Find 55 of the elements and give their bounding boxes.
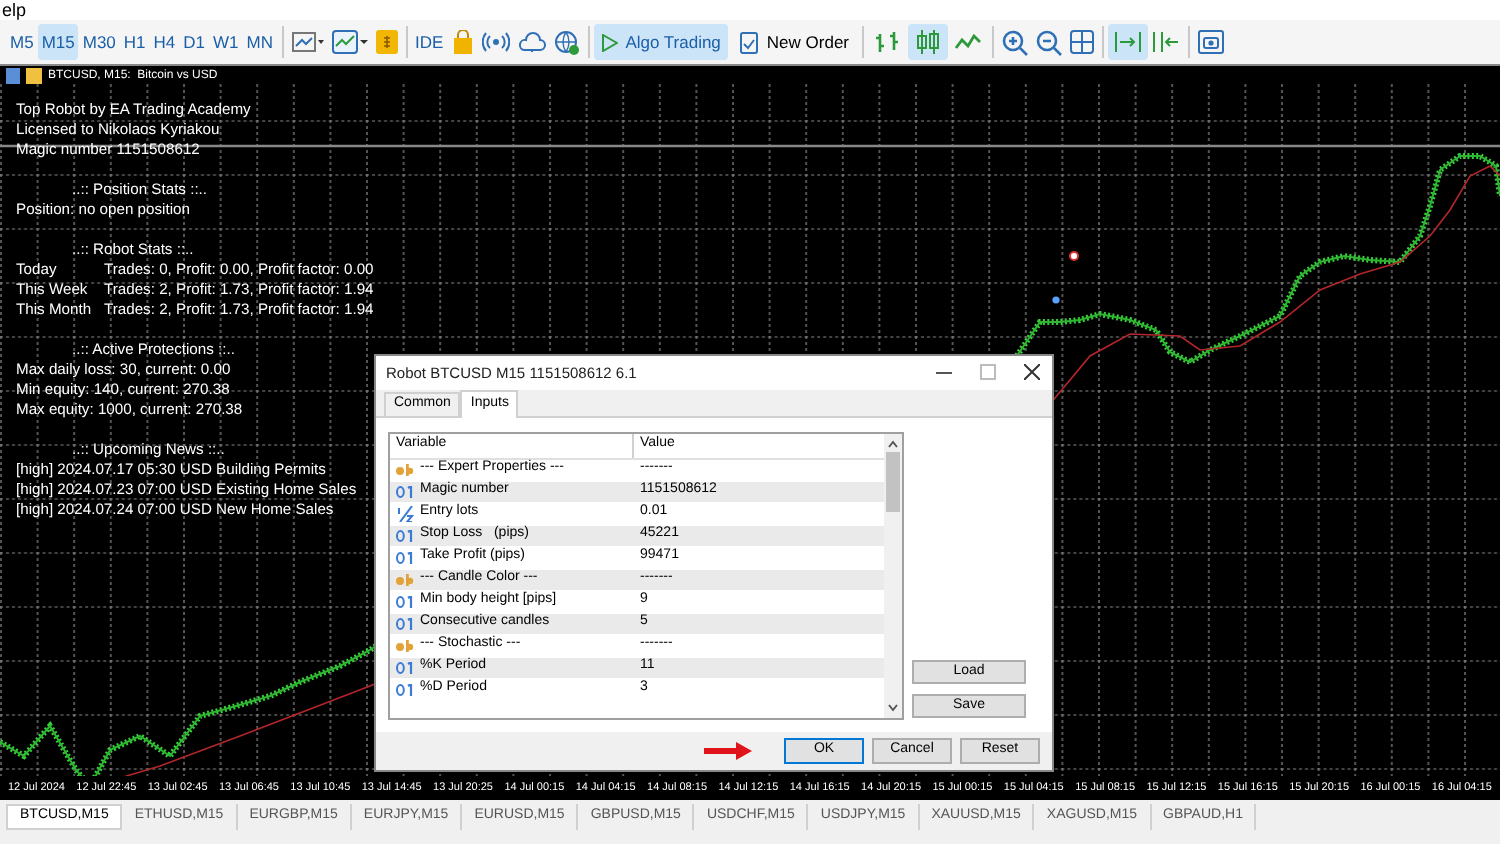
zoom-in-icon bbox=[1001, 29, 1028, 55]
template-dropdown[interactable] bbox=[327, 24, 372, 60]
algo-trading-button[interactable]: Algo Trading bbox=[593, 24, 729, 60]
text-type-icon bbox=[396, 573, 414, 586]
scroll-thumb[interactable] bbox=[886, 451, 900, 512]
ide-button[interactable]: IDE bbox=[411, 24, 448, 60]
integer-type-icon bbox=[396, 485, 414, 498]
timeframe-button[interactable]: MN bbox=[242, 24, 278, 60]
integer-type-icon bbox=[396, 617, 414, 630]
timeframe-button[interactable]: W1 bbox=[209, 24, 243, 60]
integer-type-icon bbox=[396, 661, 414, 674]
shift-left-icon bbox=[1151, 30, 1180, 54]
minimize-icon[interactable] bbox=[936, 371, 952, 374]
text-type-icon bbox=[396, 463, 414, 476]
timeframe-button[interactable]: M15 bbox=[37, 24, 79, 60]
close-icon[interactable] bbox=[1024, 364, 1040, 381]
integer-type-icon bbox=[396, 529, 414, 542]
scrollbar[interactable] bbox=[884, 433, 902, 718]
line-chart-icon bbox=[953, 30, 982, 54]
scroll-down-icon[interactable] bbox=[888, 703, 898, 712]
timeframe-button[interactable]: M5 bbox=[6, 24, 38, 60]
timeframe-button[interactable]: H1 bbox=[119, 24, 150, 60]
signal-icon bbox=[481, 32, 510, 52]
cloud-icon bbox=[517, 32, 546, 52]
integer-type-icon bbox=[396, 551, 414, 564]
zoom-out-icon bbox=[1035, 29, 1062, 55]
globe-icon bbox=[553, 29, 580, 55]
timeframe-button[interactable]: D1 bbox=[179, 24, 210, 60]
coin-icon bbox=[375, 30, 398, 54]
scroll-right-icon bbox=[1113, 30, 1142, 54]
fraction-type-icon bbox=[396, 505, 414, 522]
grid-button[interactable] bbox=[1065, 24, 1098, 60]
trade-marker-icon bbox=[1052, 296, 1060, 304]
integer-type-icon bbox=[396, 683, 414, 696]
text-type-icon bbox=[396, 639, 414, 652]
timeframe-button[interactable]: M30 bbox=[78, 24, 120, 60]
timeframe-button[interactable]: H4 bbox=[149, 24, 180, 60]
line-chart-icon bbox=[291, 32, 324, 52]
autoscroll-button[interactable] bbox=[1107, 24, 1148, 60]
screenshot-button[interactable] bbox=[1193, 24, 1228, 60]
menu-item[interactable]: elp bbox=[2, 2, 27, 20]
arrow-icon bbox=[704, 741, 752, 760]
new-order-button[interactable]: New Order bbox=[732, 24, 858, 60]
currency-button[interactable] bbox=[371, 24, 402, 60]
camera-icon bbox=[1197, 30, 1224, 54]
grid-icon bbox=[1069, 30, 1094, 54]
bar-chart-icon bbox=[873, 30, 902, 54]
play-icon bbox=[601, 33, 618, 51]
candlestick-button[interactable] bbox=[907, 24, 948, 60]
chart-window-icon bbox=[6, 68, 42, 84]
trade-marker-icon bbox=[1069, 251, 1079, 261]
scroll-up-icon[interactable] bbox=[888, 439, 898, 448]
template-icon bbox=[331, 30, 368, 54]
candlestick-icon bbox=[913, 30, 942, 54]
integer-type-icon bbox=[396, 595, 414, 608]
